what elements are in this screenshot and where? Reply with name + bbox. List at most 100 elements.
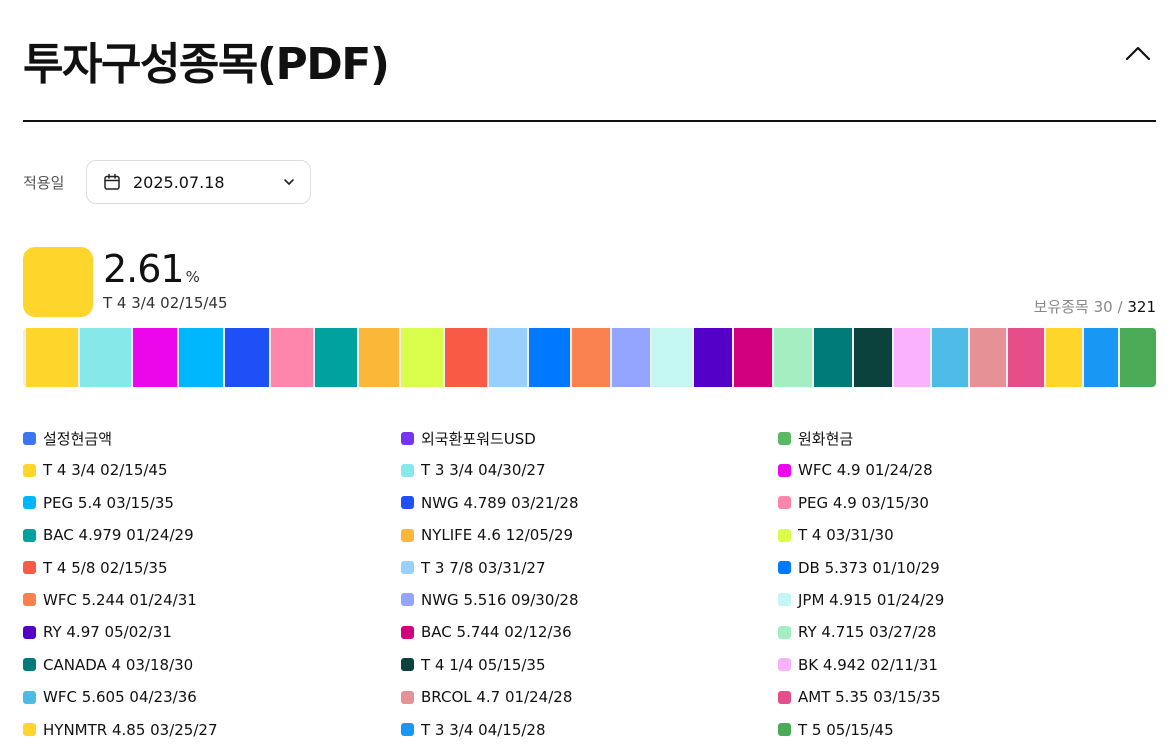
holding-name: T 4 3/4 02/15/45	[103, 294, 228, 312]
legend-label: T 5 05/15/45	[798, 720, 894, 739]
legend-color-dot	[778, 658, 791, 672]
bar-segment[interactable]	[445, 328, 488, 387]
bar-segment[interactable]	[1007, 328, 1044, 387]
legend-label: T 4 5/8 02/15/35	[43, 558, 168, 577]
legend-item[interactable]: NWG 5.516 09/30/28	[401, 590, 778, 610]
legend-item[interactable]: PEG 5.4 03/15/35	[23, 493, 401, 513]
legend-item[interactable]: T 3 3/4 04/15/28	[401, 720, 778, 740]
legend-item[interactable]: T 3 3/4 04/30/27	[401, 460, 778, 480]
bar-segment[interactable]	[80, 328, 132, 387]
date-label: 적용일	[23, 173, 65, 192]
bar-segment[interactable]	[315, 328, 358, 387]
legend-label: WFC 5.605 04/23/36	[43, 688, 197, 707]
legend-item[interactable]: WFC 4.9 01/24/28	[778, 460, 1156, 480]
chevron-down-icon	[284, 179, 294, 185]
date-picker[interactable]: 2025.07.18	[86, 160, 311, 204]
weight-value: 2.61	[103, 247, 185, 291]
legend-color-dot	[401, 593, 414, 607]
bar-segment[interactable]	[489, 328, 528, 387]
bar-segment[interactable]	[733, 328, 772, 387]
bar-segment[interactable]	[931, 328, 968, 387]
legend-item[interactable]: T 3 7/8 03/31/27	[401, 558, 778, 578]
legend-item[interactable]: AMT 5.35 03/15/35	[778, 687, 1156, 707]
bar-segment[interactable]	[1083, 328, 1118, 387]
bar-segment[interactable]	[271, 328, 314, 387]
legend-label: PEG 4.9 03/15/30	[798, 493, 929, 512]
legend-item[interactable]: T 4 3/4 02/15/45	[23, 460, 401, 480]
bar-segment[interactable]	[813, 328, 852, 387]
bar-segment[interactable]	[612, 328, 650, 387]
legend-item[interactable]: NYLIFE 4.6 12/05/29	[401, 525, 778, 545]
count-label: 보유종목	[1033, 298, 1089, 316]
legend-color-dot	[401, 463, 414, 477]
legend-item[interactable]: T 4 03/31/30	[778, 525, 1156, 545]
bar-segment[interactable]	[133, 328, 178, 387]
legend-label: T 4 1/4 05/15/35	[421, 655, 546, 674]
calendar-icon	[104, 173, 120, 190]
collapse-button[interactable]	[1122, 38, 1154, 70]
legend-label: BAC 4.979 01/24/29	[43, 526, 194, 545]
bar-segment[interactable]	[693, 328, 732, 387]
legend-label: HYNMTR 4.85 03/25/27	[43, 720, 218, 739]
legend-label: BAC 5.744 02/12/36	[421, 623, 572, 642]
legend-item[interactable]: WFC 5.605 04/23/36	[23, 687, 401, 707]
weight-unit: %	[185, 268, 200, 286]
legend-item[interactable]: 원화현금	[778, 428, 1156, 448]
legend-label: DB 5.373 01/10/29	[798, 558, 940, 577]
composition-bar	[23, 328, 1156, 387]
bar-segment[interactable]	[773, 328, 812, 387]
legend-color-dot	[401, 690, 414, 704]
bar-segment[interactable]	[853, 328, 892, 387]
bar-segment[interactable]	[651, 328, 692, 387]
legend-item[interactable]: T 4 1/4 05/15/35	[401, 655, 778, 675]
bar-segment[interactable]	[179, 328, 224, 387]
page-title: 투자구성종목(PDF)	[23, 39, 390, 90]
legend-item[interactable]: 설정현금액	[23, 428, 401, 448]
legend-item[interactable]: RY 4.97 05/02/31	[23, 622, 401, 642]
legend-color-dot	[401, 496, 414, 510]
legend-item[interactable]: WFC 5.244 01/24/31	[23, 590, 401, 610]
bar-segment[interactable]	[359, 328, 400, 387]
legend-item[interactable]: JPM 4.915 01/24/29	[778, 590, 1156, 610]
bar-segment[interactable]	[969, 328, 1006, 387]
legend-item[interactable]: DB 5.373 01/10/29	[778, 558, 1156, 578]
legend-color-dot	[401, 723, 414, 737]
count-separator: /	[1117, 298, 1123, 316]
legend-label: T 3 3/4 04/15/28	[421, 720, 546, 739]
legend-color-dot	[778, 431, 791, 445]
bar-segment[interactable]	[401, 328, 444, 387]
legend-item[interactable]: BAC 5.744 02/12/36	[401, 622, 778, 642]
bar-segment[interactable]	[572, 328, 610, 387]
legend-label: AMT 5.35 03/15/35	[798, 688, 941, 707]
legend-label: WFC 4.9 01/24/28	[798, 461, 933, 480]
bar-segment[interactable]	[529, 328, 571, 387]
bar-segment[interactable]	[1045, 328, 1082, 387]
legend-label: WFC 5.244 01/24/31	[43, 590, 197, 609]
legend-item[interactable]: PEG 4.9 03/15/30	[778, 493, 1156, 513]
legend-item[interactable]: BAC 4.979 01/24/29	[23, 525, 401, 545]
legend-item[interactable]: T 5 05/15/45	[778, 720, 1156, 740]
legend-label: BK 4.942 02/11/31	[798, 655, 938, 674]
legend-label: BRCOL 4.7 01/24/28	[421, 688, 573, 707]
legend-color-dot	[401, 431, 414, 445]
legend-label: T 3 3/4 04/30/27	[421, 461, 546, 480]
legend-item[interactable]: T 4 5/8 02/15/35	[23, 558, 401, 578]
legend-item[interactable]: HYNMTR 4.85 03/25/27	[23, 720, 401, 740]
bar-segment[interactable]	[893, 328, 930, 387]
legend-label: PEG 5.4 03/15/35	[43, 493, 174, 512]
bar-segment[interactable]	[26, 328, 79, 387]
legend-label: JPM 4.915 01/24/29	[798, 590, 945, 609]
legend-color-dot	[778, 561, 791, 575]
legend-label: T 4 03/31/30	[798, 526, 894, 545]
bar-segment[interactable]	[225, 328, 270, 387]
legend-color-dot	[23, 496, 36, 510]
legend-item[interactable]: 외국환포워드USD	[401, 428, 778, 448]
legend-item[interactable]: NWG 4.789 03/21/28	[401, 493, 778, 513]
legend-item[interactable]: CANADA 4 03/18/30	[23, 655, 401, 675]
legend-color-dot	[23, 593, 36, 607]
bar-segment[interactable]	[1119, 328, 1156, 387]
legend-item[interactable]: RY 4.715 03/27/28	[778, 622, 1156, 642]
legend-item[interactable]: BK 4.942 02/11/31	[778, 655, 1156, 675]
legend-color-dot	[23, 625, 36, 639]
legend-item[interactable]: BRCOL 4.7 01/24/28	[401, 687, 778, 707]
